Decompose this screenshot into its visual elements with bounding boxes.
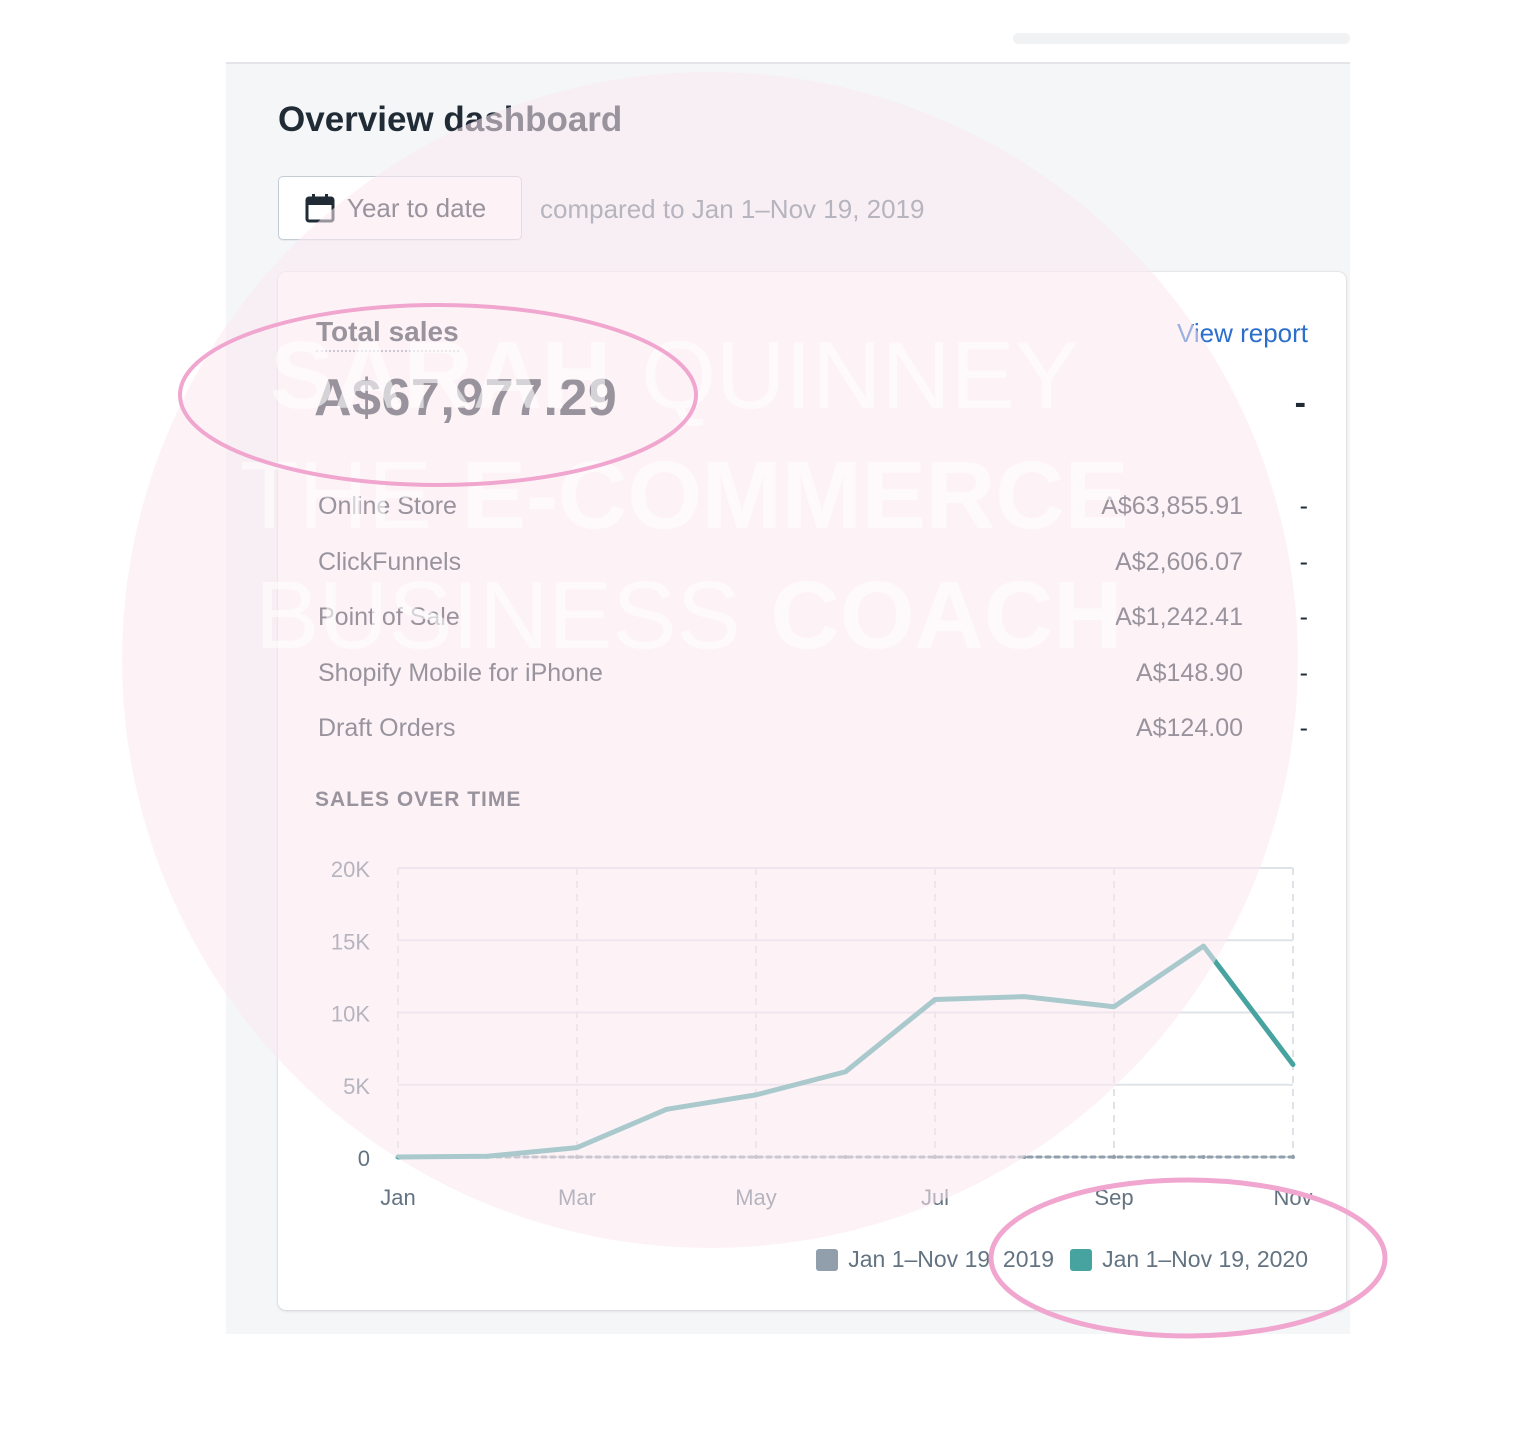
- data-point-2019: [664, 1155, 669, 1159]
- breakdown-value: A$63,855.91: [1101, 492, 1243, 520]
- y-tick-label: 20K: [331, 857, 370, 882]
- x-tick-label: Sep: [1094, 1185, 1133, 1210]
- breakdown-value: A$2,606.07: [1115, 547, 1243, 576]
- breakdown-name: ClickFunnels: [318, 547, 462, 576]
- breakdown-row-shopify-mobile: Shopify Mobile for iPhone A$148.90 -: [318, 649, 1308, 705]
- breakdown-change: -: [1299, 603, 1308, 631]
- data-point-2019: [1022, 1155, 1027, 1159]
- data-point-2019: [575, 1155, 579, 1159]
- breakdown-name: Online Store: [318, 492, 457, 520]
- data-point-2019: [1201, 1155, 1206, 1159]
- breakdown-name: Shopify Mobile for iPhone: [318, 658, 603, 687]
- data-point-2019: [754, 1155, 758, 1159]
- top-bar-strip: [1013, 33, 1350, 44]
- y-tick-label: 15K: [331, 929, 370, 954]
- x-tick-label: Jul: [921, 1185, 949, 1210]
- date-range-label: Year to date: [347, 192, 487, 223]
- comparison-text: compared to Jan 1–Nov 19, 2019: [540, 194, 925, 224]
- data-point-2020: [664, 1107, 669, 1112]
- data-point-2019: [933, 1155, 937, 1159]
- sales-over-time-chart: 0 5K 10K 15K 20K Jan Mar May Jul Sep Nov: [331, 857, 1313, 1210]
- sales-breakdown-list: Online Store A$63,855.91 - ClickFunnels …: [318, 482, 1308, 760]
- x-tick-label: Mar: [558, 1185, 596, 1210]
- breakdown-row-clickfunnels: ClickFunnels A$2,606.07 -: [318, 538, 1308, 594]
- chart-section-label: SALES OVER TIME: [315, 788, 522, 811]
- breakdown-row-point-of-sale: Point of Sale A$1,242.41 -: [318, 593, 1308, 649]
- breakdown-change: -: [1299, 658, 1308, 687]
- total-sales-value: A$67,977.29: [314, 369, 618, 427]
- breakdown-row-draft-orders: Draft Orders A$124.00 -: [318, 704, 1308, 760]
- data-point-2020: [1201, 944, 1206, 949]
- legend-swatch-2019: [816, 1248, 839, 1271]
- breakdown-row-online-store: Online Store A$63,855.91 -: [318, 482, 1308, 538]
- total-sales-title[interactable]: Total sales: [316, 316, 459, 352]
- calendar-icon: [305, 193, 335, 223]
- data-point-2020: [754, 1092, 758, 1097]
- breakdown-name: Point of Sale: [318, 603, 460, 631]
- legend-label-2020: Jan 1–Nov 19, 2020: [1102, 1246, 1308, 1272]
- series-line-2020: [395, 943, 1296, 1160]
- data-point-2019: [843, 1155, 848, 1159]
- breakdown-name: Draft Orders: [318, 714, 456, 742]
- page-title: Overview dashboard: [278, 100, 623, 139]
- legend-swatch-2020: [1070, 1248, 1093, 1271]
- data-point-2019: [1291, 1155, 1295, 1159]
- x-tick-label: Jan: [380, 1185, 415, 1210]
- breakdown-change: -: [1299, 714, 1308, 742]
- data-point-2020: [843, 1069, 848, 1074]
- data-point-2019: [1112, 1155, 1116, 1159]
- breakdown-value: A$148.90: [1135, 658, 1243, 687]
- data-point-2020: [1022, 994, 1027, 999]
- y-tick-label: 5K: [343, 1074, 370, 1099]
- breakdown-change: -: [1299, 492, 1308, 520]
- total-sales-card: Total sales View report A$67,977.29 - On…: [278, 272, 1346, 1310]
- data-point-2020: [1112, 1004, 1116, 1009]
- total-sales-change: -: [1294, 384, 1306, 422]
- y-tick-label: 10K: [331, 1002, 370, 1027]
- data-point-2020: [485, 1154, 490, 1159]
- view-report-link[interactable]: View report: [1177, 318, 1308, 349]
- y-tick-label: 0: [358, 1146, 370, 1171]
- data-point-2020: [396, 1155, 400, 1159]
- legend-label-2019: Jan 1–Nov 19, 2019: [848, 1246, 1055, 1272]
- x-tick-label: Nov: [1273, 1185, 1312, 1210]
- breakdown-value: A$124.00: [1135, 714, 1243, 742]
- breakdown-value: A$1,242.41: [1115, 603, 1243, 631]
- date-range-button[interactable]: Year to date: [278, 176, 522, 240]
- dashboard-panel: Overview dashboard Year to date compared…: [226, 62, 1350, 1334]
- x-tick-label: May: [735, 1185, 777, 1210]
- breakdown-change: -: [1299, 547, 1308, 576]
- data-point-2020: [1291, 1062, 1295, 1067]
- data-point-2020: [575, 1145, 579, 1150]
- legend-item-2020[interactable]: Jan 1–Nov 19, 2020: [1070, 1246, 1308, 1273]
- data-point-2020: [933, 997, 937, 1002]
- legend-item-2019[interactable]: Jan 1–Nov 19, 2019: [816, 1246, 1054, 1273]
- chart-legend: Jan 1–Nov 19, 2019 Jan 1–Nov 19, 2020: [800, 1246, 1308, 1273]
